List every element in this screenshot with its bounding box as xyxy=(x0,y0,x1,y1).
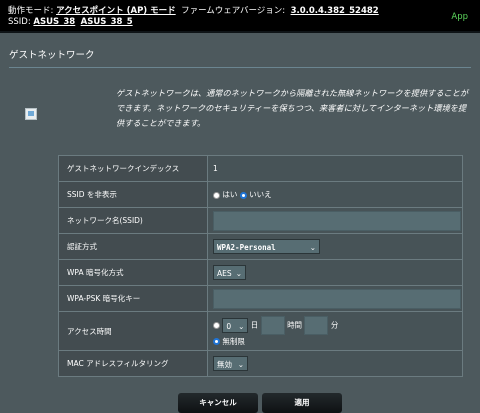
table-row: WPA 暗号化方式 AES ⌄ xyxy=(58,259,463,286)
chevron-down-icon: ⌄ xyxy=(309,243,316,252)
access-hours-input[interactable] xyxy=(260,315,285,335)
table-row: WPA-PSK 暗号化キー xyxy=(58,285,463,312)
auth-method-select[interactable]: WPA2-Personal ⌄ xyxy=(213,239,320,254)
cancel-button[interactable]: キャンセル xyxy=(178,393,258,413)
firmware-link[interactable]: 3.0.0.4.382_52482 xyxy=(291,6,379,16)
table-row: SSID を非表示 はい いいえ xyxy=(58,181,463,208)
chevron-down-icon: ⌄ xyxy=(238,321,245,331)
access-time-limited-radio[interactable] xyxy=(213,321,220,329)
wpa-encryption-value: AES xyxy=(217,269,232,278)
operation-mode-line: 動作モード: アクセスポイント (AP) モード ファームウェアバージョン: 3… xyxy=(8,4,379,16)
access-time-limited-row: 0 ⌄ 日 時間 分 xyxy=(213,315,462,335)
hour-unit: 時間 xyxy=(287,320,303,329)
minute-unit: 分 xyxy=(330,320,339,329)
auth-method-label: 認証方式 xyxy=(58,233,208,260)
hide-ssid-yes-radio[interactable] xyxy=(213,191,220,199)
hide-ssid-no-label: いいえ xyxy=(249,190,272,199)
auth-method-value: WPA2-Personal xyxy=(217,243,276,252)
top-status-bar: 動作モード: アクセスポイント (AP) モード ファームウェアバージョン: 3… xyxy=(0,0,480,31)
chevron-down-icon: ⌄ xyxy=(235,269,242,278)
access-time-label: アクセス時間 xyxy=(58,311,208,351)
ssid-label: SSID: xyxy=(8,17,31,27)
wpa-psk-key-input[interactable] xyxy=(213,288,461,309)
page-title: ゲストネットワーク xyxy=(9,50,95,61)
app-link[interactable]: App xyxy=(451,12,468,22)
operation-mode-link[interactable]: アクセスポイント (AP) モード xyxy=(56,6,176,16)
firmware-label: ファームウェアバージョン: xyxy=(181,6,286,16)
table-row: ゲストネットワークインデックス 1 xyxy=(58,155,463,182)
chevron-down-icon: ⌄ xyxy=(237,360,244,369)
page-description: ゲストネットワークは、通常のネットワークから隔離された無線ネットワークを提供する… xyxy=(116,88,469,128)
hide-ssid-label: SSID を非表示 xyxy=(58,181,208,208)
access-time-unlimited-radio[interactable] xyxy=(213,338,220,345)
table-row: 認証方式 WPA2-Personal ⌄ xyxy=(58,233,463,260)
ssid-line: SSID: ASUS_38 ASUS_38_5 xyxy=(8,17,133,27)
guest-network-settings-table: ゲストネットワークインデックス 1 SSID を非表示 はい いいえ ネットワー… xyxy=(58,155,463,377)
network-name-input[interactable] xyxy=(213,210,461,231)
title-divider xyxy=(9,67,471,68)
access-minutes-input[interactable] xyxy=(304,315,329,335)
index-value: 1 xyxy=(207,155,463,182)
hide-ssid-no-radio[interactable] xyxy=(239,191,247,199)
mac-filter-label: MAC アドレスフィルタリング xyxy=(58,350,208,377)
access-time-unlimited-row: 無制限 xyxy=(213,336,462,347)
guest-network-image xyxy=(25,108,37,120)
mac-filter-value: 無効 xyxy=(217,360,232,369)
wpa-encryption-label: WPA 暗号化方式 xyxy=(58,259,208,286)
network-name-label: ネットワーク名(SSID) xyxy=(58,207,208,234)
operation-mode-label: 動作モード: xyxy=(8,6,54,16)
table-row: MAC アドレスフィルタリング 無効 ⌄ xyxy=(58,350,463,377)
ssid-link-2[interactable]: ASUS_38_5 xyxy=(81,17,133,27)
access-days-value: 0 xyxy=(226,321,232,331)
hide-ssid-yes-label: はい xyxy=(222,190,238,199)
apply-button[interactable]: 適用 xyxy=(262,393,342,413)
index-label: ゲストネットワークインデックス xyxy=(58,155,208,182)
access-time-unlimited-label: 無制限 xyxy=(222,336,245,346)
access-days-select[interactable]: 0 ⌄ xyxy=(222,317,249,333)
mac-filter-select[interactable]: 無効 ⌄ xyxy=(213,356,248,371)
wpa-psk-key-label: WPA-PSK 暗号化キー xyxy=(58,285,208,312)
ssid-link-1[interactable]: ASUS_38 xyxy=(33,17,75,27)
wpa-encryption-select[interactable]: AES ⌄ xyxy=(213,265,246,280)
table-row: アクセス時間 0 ⌄ 日 時間 分 無制限 xyxy=(58,311,463,351)
table-row: ネットワーク名(SSID) xyxy=(58,207,463,234)
day-unit: 日 xyxy=(250,320,259,329)
